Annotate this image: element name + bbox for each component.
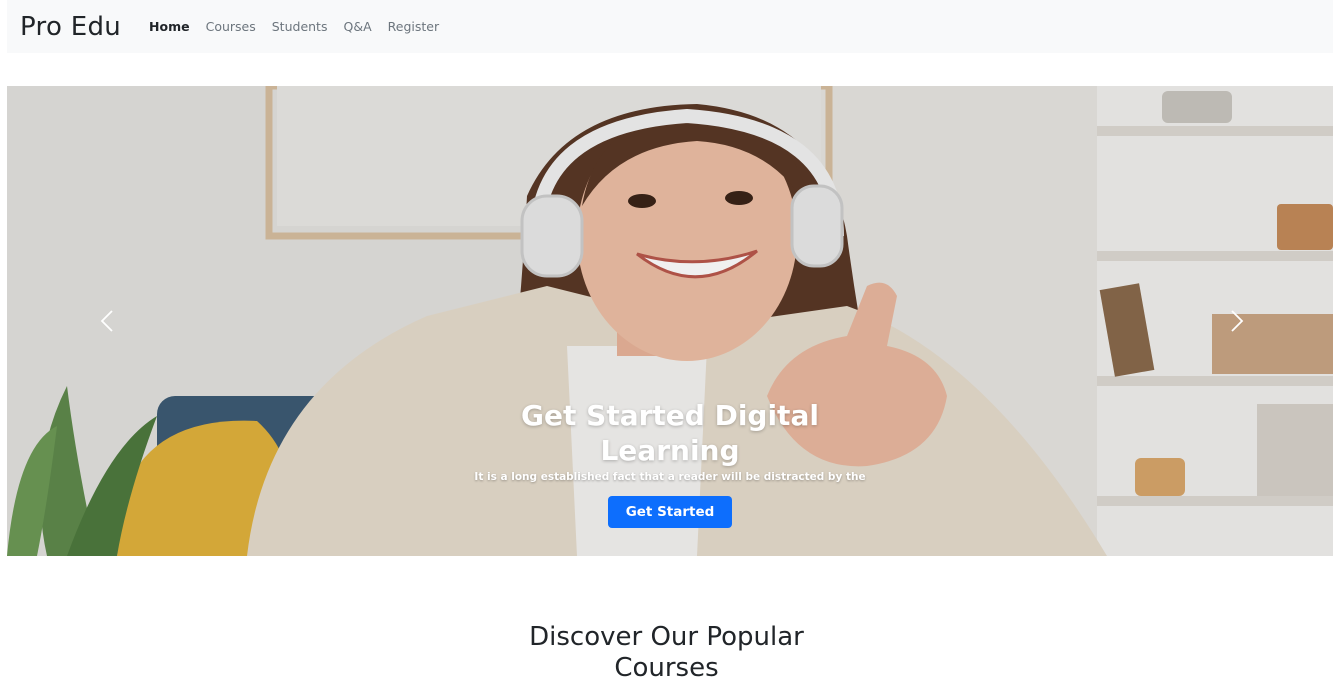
get-started-button[interactable]: Get Started [607,496,733,528]
section-title-line1: Discover Our Popular [529,622,804,652]
nav-link-register[interactable]: Register [388,19,439,34]
nav-link-home[interactable]: Home [149,19,190,34]
nav-links: Home Courses Students Q&A Register [149,19,439,34]
carousel-next-button[interactable] [1217,301,1257,341]
hero-title: Get Started Digital Learning [521,399,819,467]
carousel-prev-button[interactable] [87,301,127,341]
navbar: Pro Edu Home Courses Students Q&A Regist… [7,0,1333,53]
hero-carousel: Get Started Digital Learning It is a lon… [7,86,1333,556]
nav-link-students[interactable]: Students [272,19,328,34]
chevron-right-icon [1231,310,1244,332]
section-title-line2: Courses [614,653,719,683]
nav-link-qa[interactable]: Q&A [343,19,371,34]
carousel-caption: Get Started Digital Learning It is a lon… [7,398,1333,528]
popular-courses-heading: Discover Our Popular Courses [0,622,1333,684]
brand-logo[interactable]: Pro Edu [20,12,121,42]
nav-link-courses[interactable]: Courses [206,19,256,34]
hero-text: It is a long established fact that a rea… [474,471,866,483]
chevron-left-icon [100,310,113,332]
